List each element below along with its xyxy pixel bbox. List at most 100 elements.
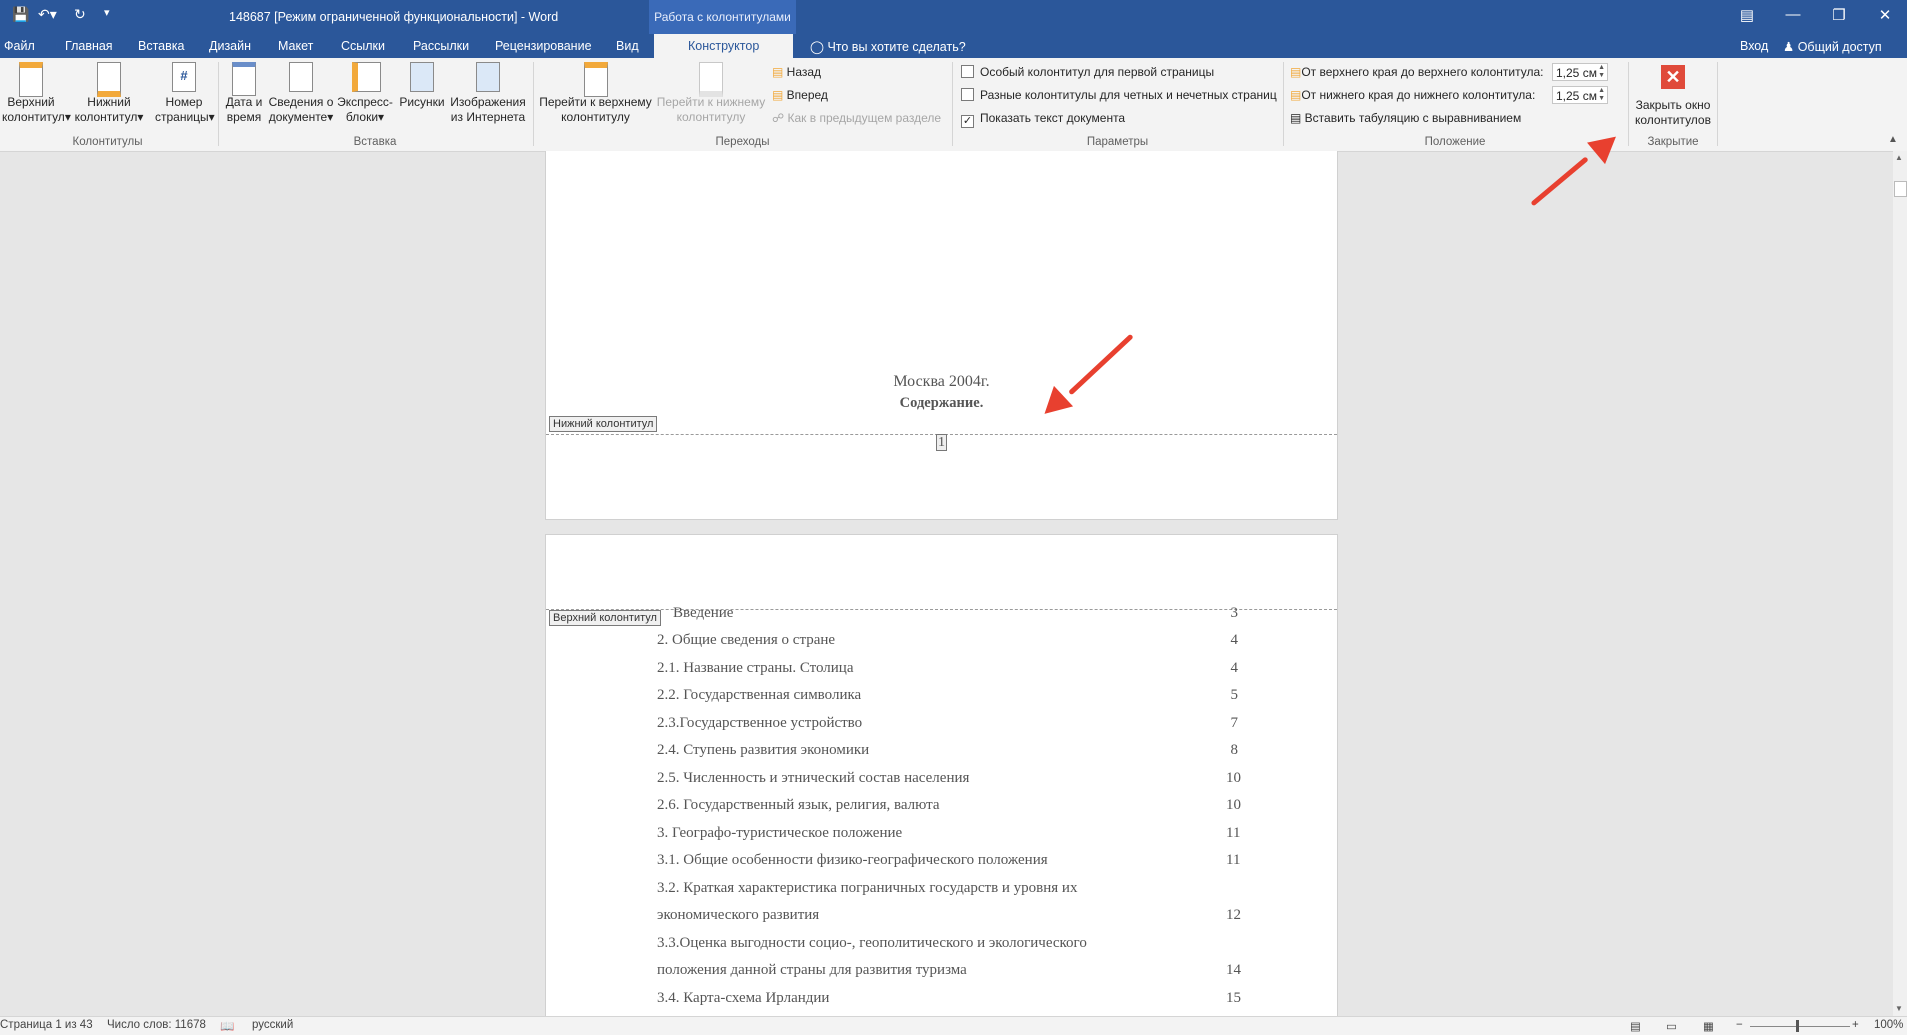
minimize-icon[interactable]: — bbox=[1778, 6, 1808, 23]
goto-footer-button[interactable]: Перейти к нижнему колонтитулу bbox=[654, 62, 768, 125]
spinner-arrows-icon[interactable]: ▲ ▼ bbox=[1598, 87, 1605, 103]
tab-home[interactable]: Главная bbox=[65, 39, 113, 53]
toc-entry-page: 10 bbox=[1226, 797, 1241, 813]
header-boundary bbox=[546, 609, 1337, 610]
next-button[interactable]: ▤ Вперед bbox=[772, 88, 828, 102]
group-label-options: Параметры bbox=[1086, 136, 1149, 148]
toc-entry-title: Введение bbox=[673, 605, 734, 621]
link-icon: ☍ bbox=[772, 111, 788, 125]
separator bbox=[952, 62, 953, 146]
group-label-position: Положение bbox=[1424, 136, 1486, 148]
redo-icon[interactable]: ↻ bbox=[74, 6, 86, 23]
group-label-navigation: Переходы bbox=[715, 136, 770, 148]
separator bbox=[1717, 62, 1718, 146]
group-label-insert: Вставка bbox=[353, 136, 397, 148]
footer-button[interactable]: Нижний колонтитул▾ bbox=[70, 62, 148, 125]
document-info-button[interactable]: Сведения о документе▾ bbox=[268, 62, 334, 125]
insert-alignment-tab-button[interactable]: ▤ Вставить табуляцию с выравниванием bbox=[1290, 111, 1521, 125]
tab-layout[interactable]: Макет bbox=[278, 39, 313, 53]
quick-parts-button[interactable]: Экспресс- блоки▾ bbox=[336, 62, 394, 125]
separator bbox=[1628, 62, 1629, 146]
scroll-down-icon[interactable]: ▼ bbox=[1895, 1004, 1903, 1013]
tab-constructor[interactable]: Конструктор bbox=[654, 34, 794, 58]
zoom-slider-thumb[interactable] bbox=[1796, 1020, 1799, 1032]
signin-link[interactable]: Вход bbox=[1740, 39, 1768, 53]
read-mode-icon[interactable]: ▤ bbox=[1630, 1019, 1641, 1033]
toc-entry-title: 3.4. Карта-схема Ирландии bbox=[657, 990, 830, 1006]
separator bbox=[1283, 62, 1284, 146]
footer-icon bbox=[96, 62, 122, 97]
tab-review[interactable]: Рецензирование bbox=[495, 39, 592, 53]
tab-references[interactable]: Ссылки bbox=[341, 39, 385, 53]
previous-button[interactable]: ▤ Назад bbox=[772, 65, 821, 79]
zoom-slider[interactable] bbox=[1750, 1026, 1850, 1027]
footer-page-number[interactable]: 1 bbox=[546, 434, 1337, 451]
toc-entry-page: 8 bbox=[1230, 742, 1239, 758]
toc-entry-page: 12 bbox=[1226, 907, 1241, 923]
footer-from-bottom-input[interactable]: 1,25 см ▲ ▼ bbox=[1552, 86, 1608, 104]
footer-position-icon: ▤ bbox=[1290, 88, 1302, 102]
status-word-count[interactable]: Число слов: 11678 bbox=[107, 1019, 206, 1031]
toc-entry-title: 2.3.Государственное устройство bbox=[657, 715, 863, 731]
undo-icon[interactable]: ↶▾ bbox=[38, 6, 57, 23]
status-page[interactable]: Страница 1 из 43 bbox=[0, 1019, 93, 1031]
checkbox-odd-even[interactable] bbox=[961, 88, 974, 101]
close-window-icon[interactable]: ✕ bbox=[1870, 6, 1900, 24]
tab-file[interactable]: Файл bbox=[4, 39, 35, 53]
annotation-arrow-shaft bbox=[1530, 156, 1589, 207]
spinner-arrows-icon[interactable]: ▲ ▼ bbox=[1598, 64, 1605, 80]
checkbox-first-page[interactable] bbox=[961, 65, 974, 78]
online-pictures-button[interactable]: Изображения из Интернета bbox=[448, 62, 528, 125]
status-language[interactable]: русский bbox=[252, 1019, 293, 1031]
proofing-icon[interactable]: 📖 bbox=[220, 1019, 234, 1033]
page-number-button[interactable]: # Номер страницы▾ bbox=[155, 62, 215, 125]
header-label[interactable]: Верхний колонтитул bbox=[549, 610, 661, 626]
toc-entry-title: положения данной страны для развития тур… bbox=[657, 962, 967, 978]
tab-mailings[interactable]: Рассылки bbox=[413, 39, 469, 53]
option-different-odd-even[interactable]: Разные колонтитулы для четных и нечетных… bbox=[961, 88, 1277, 102]
option-show-document-text[interactable]: ✓ Показать текст документа bbox=[961, 111, 1125, 128]
goto-header-icon bbox=[583, 62, 609, 97]
customize-qat-icon[interactable]: ▾ bbox=[104, 6, 110, 19]
toc-entry-title: 2.5. Численность и этнический состав нас… bbox=[657, 770, 970, 786]
toc-entry-page: 7 bbox=[1230, 715, 1239, 731]
document-page-2: Верхний колонтитул Введение 3 2. Общие све… bbox=[545, 534, 1338, 1035]
zoom-in-icon[interactable]: + bbox=[1852, 1019, 1859, 1031]
page-heading-contents: Содержание. bbox=[899, 395, 984, 411]
zoom-level[interactable]: 100% bbox=[1874, 1019, 1903, 1031]
web-layout-icon[interactable]: ▦ bbox=[1703, 1019, 1714, 1033]
goto-header-button[interactable]: Перейти к верхнему колонтитулу bbox=[538, 62, 653, 125]
print-layout-icon[interactable]: ▭ bbox=[1666, 1019, 1677, 1033]
header-from-top-input[interactable]: 1,25 см ▲ ▼ bbox=[1552, 63, 1608, 81]
restore-icon[interactable]: ❐ bbox=[1824, 6, 1854, 24]
collapse-ribbon-icon[interactable]: ▲ bbox=[1888, 134, 1898, 145]
toc-entry-page: 10 bbox=[1226, 770, 1241, 786]
calendar-icon bbox=[231, 62, 257, 96]
footer-label[interactable]: Нижний колонтитул bbox=[549, 416, 658, 432]
share-button[interactable]: ♟ Общий доступ bbox=[1783, 39, 1882, 54]
tell-me-box[interactable]: ◯ Что вы хотите сделать? bbox=[810, 39, 966, 54]
pictures-button[interactable]: Рисунки bbox=[396, 62, 448, 110]
scroll-thumb[interactable] bbox=[1894, 181, 1907, 197]
header-from-top-label: ▤От верхнего края до верхнего колонтитул… bbox=[1290, 65, 1544, 79]
toc-entry-title: 2.6. Государственный язык, религия, валю… bbox=[657, 797, 940, 813]
date-time-button[interactable]: Дата и время bbox=[222, 62, 266, 125]
ribbon-display-options-icon[interactable]: ▤ bbox=[1732, 6, 1762, 24]
globe-picture-icon bbox=[475, 62, 501, 92]
close-header-footer-button[interactable]: ✕ Закрыть окно колонтитулов bbox=[1632, 62, 1714, 128]
toc-entry-page: 3 bbox=[1230, 605, 1239, 621]
tab-view[interactable]: Вид bbox=[616, 39, 639, 53]
close-x-icon: ✕ bbox=[1660, 65, 1686, 95]
tab-design[interactable]: Дизайн bbox=[209, 39, 251, 53]
header-button[interactable]: Верхний колонтитул▾ bbox=[2, 62, 71, 125]
link-to-previous-button[interactable]: ☍ Как в предыдущем разделе bbox=[772, 111, 941, 125]
save-icon[interactable]: 💾 bbox=[12, 6, 29, 23]
tab-insert[interactable]: Вставка bbox=[138, 39, 184, 53]
checkbox-show-text[interactable]: ✓ bbox=[961, 115, 974, 128]
scroll-up-icon[interactable]: ▲ bbox=[1895, 153, 1903, 162]
zoom-out-icon[interactable]: − bbox=[1736, 1019, 1743, 1031]
vertical-scrollbar[interactable]: ▲ ▼ bbox=[1893, 151, 1907, 1016]
toc-entry-title: 3.3.Оценка выгодности социо-, геополитич… bbox=[657, 935, 1087, 951]
option-different-first-page[interactable]: Особый колонтитул для первой страницы bbox=[961, 65, 1214, 79]
page-text-moscow: Москва 2004г. bbox=[893, 373, 990, 390]
